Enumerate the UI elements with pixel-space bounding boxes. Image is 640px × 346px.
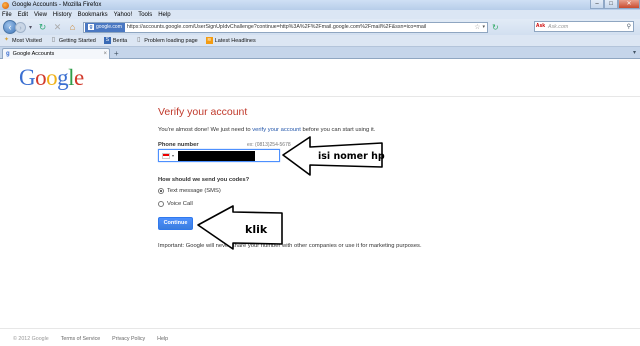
menu-edit[interactable]: Edit [18,12,28,18]
menu-file[interactable]: File [2,12,12,18]
menu-tools[interactable]: Tools [138,12,152,18]
option-sms-label: Text message (SMS) [167,188,221,194]
phone-number-label: Phone number [158,142,199,148]
go-reload-icon[interactable]: ↻ [492,23,499,32]
country-dropdown-icon[interactable]: ▾ [172,153,174,158]
search-icon[interactable]: ⚲ [627,23,631,30]
site-identity-label: google.com [96,23,122,30]
phone-hint-annotation: isi nomer hp [318,151,385,162]
google-logo: Google [19,65,84,90]
menu-yahoo[interactable]: Yahoo! [114,12,133,18]
click-hint-annotation: klik [245,223,268,236]
footer-divider [0,328,640,329]
forward-arrow-icon[interactable]: › [15,21,26,33]
phone-example-hint: ex: (0813)254-5678 [247,142,291,148]
bookmark-most-visited[interactable]: ✦ Most Visited [3,37,42,44]
rss-feed-icon: ≋ [205,37,213,44]
close-tab-icon[interactable]: × [103,51,107,57]
window-controls: – □ ✕ [590,0,640,10]
site-identity-badge[interactable]: g google.com [85,22,125,32]
tab-list-icon[interactable]: ▾ [633,49,636,56]
intro-text: You're almost done! We just need to veri… [158,127,376,133]
menu-view[interactable]: View [34,12,47,18]
redacted-phone-value [178,151,255,161]
search-input[interactable]: Ask.com [546,24,627,30]
tab-google-accounts[interactable]: g Google Accounts × [2,48,110,59]
url-text[interactable]: https://accounts.google.com/UserSignUpId… [127,24,472,30]
stop-icon[interactable]: ✕ [52,22,63,33]
option-voice[interactable]: Voice Call [158,201,193,207]
radio-voice[interactable] [158,201,164,207]
maximize-button[interactable]: □ [604,0,618,9]
footer-terms-link[interactable]: Terms of Service [61,336,100,342]
history-dropdown-icon[interactable]: ▾ [29,24,32,31]
minimize-button[interactable]: – [590,0,604,9]
home-icon[interactable]: ⌂ [67,22,78,33]
tab-strip: g Google Accounts × + ▾ [0,47,640,59]
reload-icon[interactable]: ↻ [37,22,48,33]
page-icon: ▯ [137,37,141,43]
footer-privacy-link[interactable]: Privacy Policy [112,336,145,342]
firefox-icon [2,1,9,9]
header-divider [0,96,640,97]
send-method-label: How should we send you codes? [158,177,250,183]
option-voice-label: Voice Call [167,201,193,207]
page-title: Verify your account [158,106,248,118]
option-sms[interactable]: Text message (SMS) [158,188,221,194]
bookmark-problem-loading[interactable]: ▯ Problem loading page [135,37,198,44]
url-dropdown-icon[interactable]: ▾ [483,24,486,30]
navigation-toolbar: ‹ › ▾ ↻ ✕ ⌂ g google.com https://account… [0,19,640,35]
verify-account-link[interactable]: verify your account [252,127,301,133]
page-footer: © 2012 Google Terms of Service Privacy P… [13,336,180,342]
indonesia-flag-icon[interactable] [162,152,170,159]
privacy-notice: Important: Google will never share your … [158,243,422,249]
most-visited-icon: ✦ [3,37,10,43]
menu-history[interactable]: History [53,12,72,18]
url-bar[interactable]: g google.com https://accounts.google.com… [83,21,489,33]
search-box[interactable]: Ask Ask.com ⚲ [534,21,634,32]
ask-engine-icon[interactable]: Ask [535,22,546,31]
bookmark-star-icon[interactable]: ☆ [474,23,480,31]
radio-sms[interactable] [158,188,164,194]
close-window-button[interactable]: ✕ [618,0,640,9]
menu-help[interactable]: Help [158,12,170,18]
footer-help-link[interactable]: Help [157,336,168,342]
berita-favicon-icon: S [103,37,111,44]
menu-bookmarks[interactable]: Bookmarks [78,12,108,18]
window-title: Google Accounts - Mozilla Firefox [12,2,102,8]
bookmark-latest-headlines[interactable]: ≋ Latest Headlines [205,37,256,44]
google-favicon-icon: g [6,51,10,57]
new-tab-icon[interactable]: + [114,49,119,58]
window-titlebar: Google Accounts - Mozilla Firefox – □ ✕ [0,0,640,10]
google-favicon-icon: g [88,24,95,30]
menu-bar: File Edit View History Bookmarks Yahoo! … [0,10,640,19]
page-icon: ▯ [51,37,56,43]
bookmark-getting-started[interactable]: ▯ Getting Started [50,37,96,44]
footer-copyright: © 2012 Google [13,336,49,342]
continue-button[interactable]: Continue [158,217,193,230]
tab-label: Google Accounts [12,51,55,57]
bookmark-berita[interactable]: S Berita [103,37,127,44]
bookmarks-toolbar: ✦ Most Visited ▯ Getting Started S Berit… [0,35,640,47]
